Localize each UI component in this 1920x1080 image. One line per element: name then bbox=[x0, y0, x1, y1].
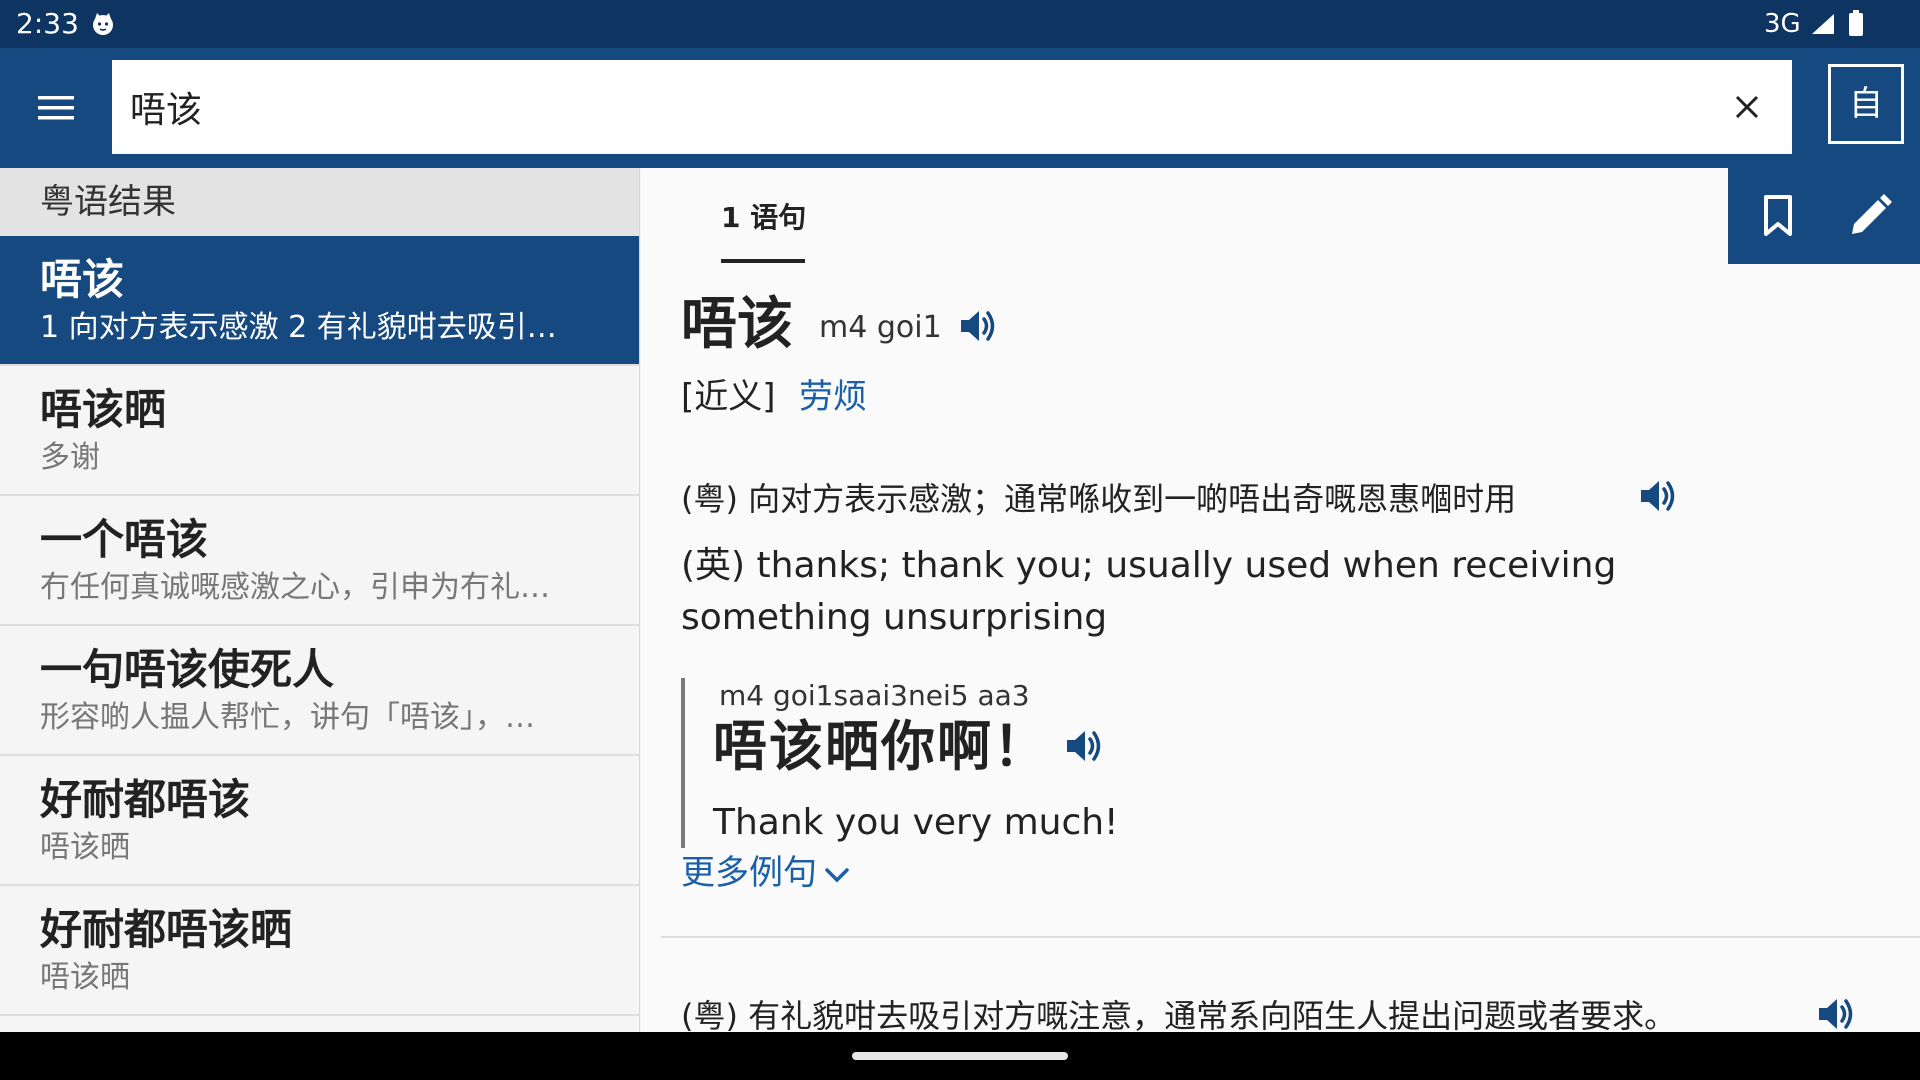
speaker-icon[interactable] bbox=[1637, 476, 1677, 516]
definition-cantonese: (粤) 有礼貌咁去吸引对方嘅注意，通常系向陌生人提出问题或者要求。 bbox=[681, 997, 1677, 1032]
results-pane: 粤语结果 唔该 1 向对方表示感激 2 有礼貌咁去吸引… 唔该晒 多谢 一个唔该… bbox=[0, 168, 640, 1032]
headword-jyutping: m4 goi1 bbox=[819, 310, 942, 345]
headword: 唔该 bbox=[681, 292, 793, 357]
speaker-icon[interactable] bbox=[957, 306, 997, 346]
result-item[interactable]: 好耐都唔该 唔该晒 bbox=[0, 756, 639, 886]
network-type: 3G bbox=[1764, 9, 1801, 39]
cat-face-icon bbox=[90, 11, 116, 37]
battery-icon bbox=[1848, 10, 1864, 36]
example-sentence-block: m4 goi1saai3nei5 aa3 唔该晒你啊！ Thank you ve… bbox=[681, 678, 1481, 848]
result-word: 唔该晒 bbox=[40, 385, 167, 434]
example-translation: Thank you very much! bbox=[713, 802, 1119, 843]
definition-divider bbox=[661, 936, 1920, 938]
result-item[interactable]: 好耐都唔该晒 唔该晒 bbox=[0, 886, 639, 1016]
result-item[interactable]: 一个唔该 冇任何真诚嘅感激之心，引申为冇礼… bbox=[0, 496, 639, 626]
result-description: 唔该晒 bbox=[40, 830, 130, 865]
more-examples-label: 更多例句 bbox=[681, 853, 817, 893]
tab-examples[interactable]: 1 语句 bbox=[721, 196, 806, 236]
synonym-label: [近义] bbox=[681, 377, 776, 417]
result-description: 形容啲人揾人帮忙，讲句「唔该」，… bbox=[40, 700, 535, 735]
result-word: 好耐都唔该晒 bbox=[40, 905, 293, 954]
chevron-down-icon bbox=[823, 865, 851, 885]
example-jyutping: m4 goi1saai3nei5 aa3 bbox=[719, 679, 1030, 712]
more-examples-link[interactable]: 更多例句 bbox=[681, 850, 851, 896]
result-description: 唔该晒 bbox=[40, 960, 130, 995]
status-time: 2:33 bbox=[16, 7, 79, 40]
result-word: 唔该 bbox=[40, 255, 125, 304]
bookmark-icon[interactable] bbox=[1758, 194, 1798, 238]
search-box bbox=[112, 60, 1792, 154]
result-description: 多谢 bbox=[40, 440, 100, 475]
result-description: 冇任何真诚嘅感激之心，引申为冇礼… bbox=[40, 570, 550, 605]
tab-indicator bbox=[721, 259, 805, 263]
result-description: 1 向对方表示感激 2 有礼貌咁去吸引… bbox=[40, 310, 557, 345]
status-bar: 2:33 3G bbox=[0, 0, 1920, 48]
synonym-link[interactable]: 劳烦 bbox=[799, 374, 867, 420]
search-input[interactable] bbox=[130, 60, 1630, 154]
result-item[interactable]: 唔该晒 多谢 bbox=[0, 366, 639, 496]
speaker-icon[interactable] bbox=[1815, 994, 1855, 1032]
hamburger-menu-icon[interactable] bbox=[36, 88, 76, 128]
results-header: 粤语结果 bbox=[0, 168, 639, 236]
result-word: 一句唔该使死人 bbox=[40, 645, 335, 694]
edit-pencil-icon[interactable] bbox=[1848, 194, 1892, 238]
result-word: 一个唔该 bbox=[40, 515, 209, 564]
speaker-icon[interactable] bbox=[1063, 726, 1103, 766]
result-word: 好耐都唔该 bbox=[40, 775, 251, 824]
entry-actions bbox=[1728, 168, 1920, 264]
signal-icon bbox=[1810, 12, 1836, 36]
app-bar: 自 bbox=[0, 48, 1920, 168]
definition-cantonese: (粤) 向对方表示感激；通常喺收到一啲唔出奇嘅恩惠嗰时用 bbox=[681, 480, 1517, 518]
result-item-selected[interactable]: 唔该 1 向对方表示感激 2 有礼貌咁去吸引… bbox=[0, 236, 639, 366]
home-gesture-handle[interactable] bbox=[852, 1052, 1068, 1060]
navigation-bar bbox=[0, 1032, 1920, 1080]
definition-english: (英) thanks; thank you; usually used when… bbox=[681, 545, 1617, 638]
entry-detail-pane: 1 语句 唔该 m4 goi1 [近义] 劳烦 (粤) 向对方表示感激；通常喺收… bbox=[641, 168, 1920, 1032]
input-mode-button[interactable]: 自 bbox=[1828, 64, 1904, 144]
result-item[interactable]: 一句唔该使死人 形容啲人揾人帮忙，讲句「唔该」，… bbox=[0, 626, 639, 756]
close-icon[interactable] bbox=[1732, 92, 1762, 122]
example-sentence: 唔该晒你啊！ bbox=[713, 715, 1049, 778]
